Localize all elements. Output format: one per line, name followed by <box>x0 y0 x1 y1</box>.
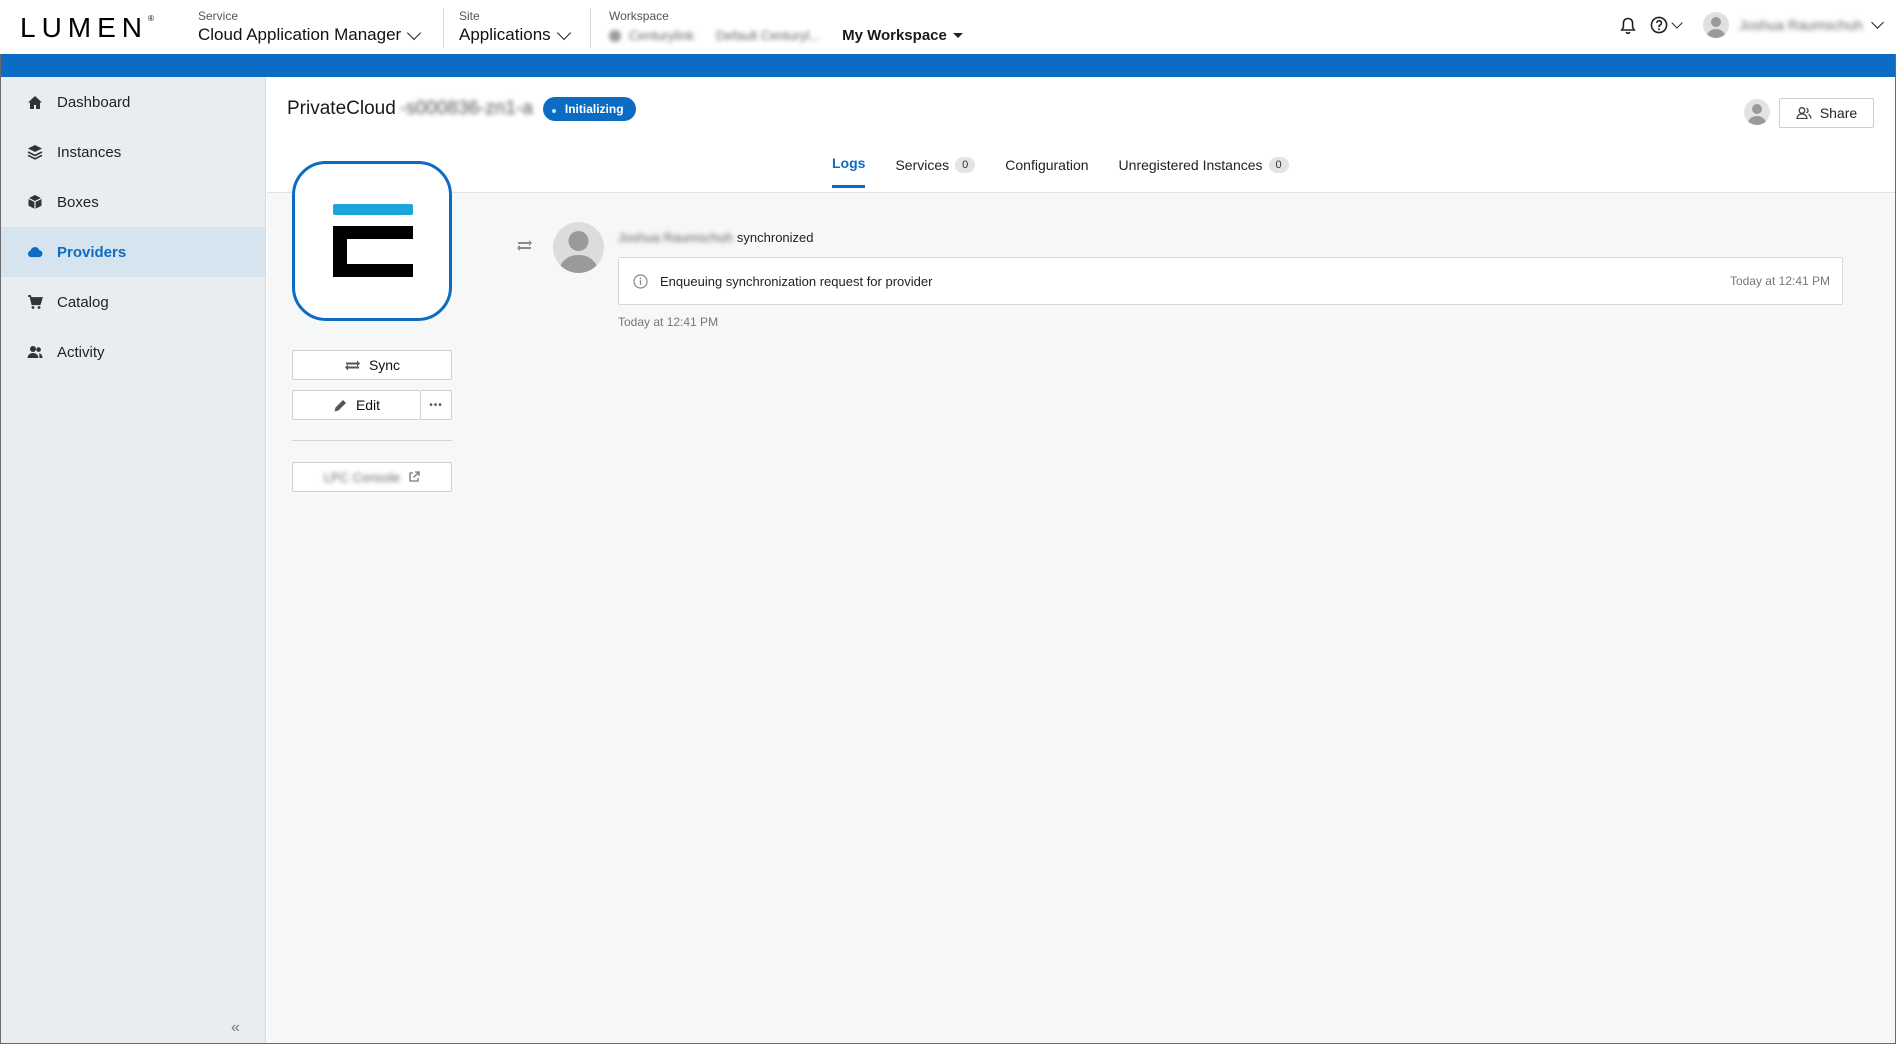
org-avatar-icon <box>609 29 621 42</box>
header-divider <box>443 8 444 48</box>
lumen-logo[interactable]: LUMEN® <box>20 12 154 44</box>
sync-icon <box>344 360 360 370</box>
sidebar-item-providers[interactable]: Providers <box>1 227 265 277</box>
chevron-down-icon <box>407 25 422 40</box>
workspace-label: Workspace <box>609 9 669 23</box>
sidebar-item-dashboard[interactable]: Dashboard <box>1 77 265 127</box>
log-footer-timestamp: Today at 12:41 PM <box>618 315 719 329</box>
lumen-e-logo-icon <box>333 204 413 277</box>
box-icon <box>27 194 43 210</box>
brand-band <box>1 54 1895 77</box>
log-user-name: Joshua Raumschuh <box>618 230 733 245</box>
sidebar-item-label: Instances <box>57 143 122 161</box>
pencil-icon <box>334 399 346 411</box>
help-icon <box>1650 16 1668 34</box>
cart-icon <box>27 294 43 310</box>
service-value: Cloud Application Manager <box>198 25 402 44</box>
provider-name-suffix: -s000836-zn1-a <box>399 98 533 119</box>
sidebar-item-label: Catalog <box>57 293 109 311</box>
sync-event-icon <box>516 238 533 258</box>
users-icon <box>27 344 43 360</box>
service-selector[interactable]: Service Cloud Application Manager <box>198 9 422 47</box>
main-content <box>267 193 1895 1043</box>
status-badge: Initializing <box>542 97 636 121</box>
log-user-avatar <box>553 222 604 273</box>
my-workspace-dropdown[interactable]: My Workspace <box>842 27 963 44</box>
service-label: Service <box>198 9 239 23</box>
info-icon <box>633 273 648 289</box>
sidebar-item-catalog[interactable]: Catalog <box>1 277 265 327</box>
sidebar-item-label: Boxes <box>57 193 99 211</box>
workspace-selector[interactable]: Workspace Centurylink Default Centuryl..… <box>609 9 963 44</box>
site-label: Site <box>459 9 480 23</box>
sidebar-item-instances[interactable]: Instances <box>1 127 265 177</box>
header-divider <box>590 8 591 48</box>
sidebar-item-label: Activity <box>57 343 105 361</box>
share-button[interactable]: Share <box>1779 98 1874 128</box>
sync-button[interactable]: Sync <box>292 350 452 380</box>
owner-avatar[interactable] <box>1744 99 1770 125</box>
count-badge: 0 <box>1268 156 1289 173</box>
external-link-icon <box>409 471 420 482</box>
log-message: Enqueuing synchronization request for pr… <box>660 273 933 289</box>
top-bar: LUMEN® Service Cloud Application Manager… <box>0 0 1896 54</box>
divider <box>292 440 452 441</box>
chevron-down-icon <box>1671 16 1683 29</box>
site-selector[interactable]: Site Applications <box>459 9 571 47</box>
chevron-down-icon <box>556 25 571 40</box>
tab-configuration[interactable]: Configuration <box>1005 155 1088 188</box>
layers-icon <box>27 144 43 160</box>
tab-logs[interactable]: Logs <box>832 155 866 188</box>
edit-label: Edit <box>355 397 381 413</box>
sidebar-item-activity[interactable]: Activity <box>1 327 265 377</box>
workspace-org: Centurylink Default Centuryl... <box>609 28 820 43</box>
sidebar: Dashboard Instances Boxes Providers Cata… <box>1 77 266 1043</box>
log-entry-card: Enqueuing synchronization request for pr… <box>618 257 1843 305</box>
sync-label: Sync <box>368 357 401 373</box>
users-icon <box>1796 107 1812 119</box>
user-menu[interactable]: Joshua Raumschuh <box>1703 12 1884 38</box>
user-name: Joshua Raumschuh <box>1739 17 1863 33</box>
more-options-button[interactable]: ••• <box>420 390 452 420</box>
tab-bar: Logs Services 0 Configuration Unregistere… <box>832 155 1289 188</box>
count-badge: 0 <box>955 156 976 173</box>
provider-name: PrivateCloud <box>287 98 396 119</box>
console-label: LPC Console <box>323 469 401 485</box>
sidebar-item-boxes[interactable]: Boxes <box>1 177 265 227</box>
share-label: Share <box>1819 105 1858 121</box>
edit-button[interactable]: Edit <box>292 390 420 420</box>
site-value: Applications <box>459 25 551 44</box>
home-icon <box>27 94 43 110</box>
bell-icon[interactable] <box>1620 17 1636 40</box>
help-menu[interactable] <box>1650 16 1683 34</box>
tab-unregistered-instances[interactable]: Unregistered Instances 0 <box>1119 155 1289 188</box>
log-timestamp: Today at 12:41 PM <box>1729 274 1830 288</box>
console-link-button[interactable]: LPC Console <box>292 462 452 492</box>
sidebar-item-label: Providers <box>57 243 127 261</box>
user-avatar <box>1703 12 1729 38</box>
provider-logo <box>292 161 452 321</box>
collapse-sidebar-button[interactable]: « <box>231 1019 240 1037</box>
sidebar-item-label: Dashboard <box>57 93 131 111</box>
log-entry-header: Joshua Raumschuh synchronized <box>618 230 814 245</box>
chevron-down-icon <box>1870 16 1884 29</box>
cloud-icon <box>27 244 43 260</box>
log-action: synchronized <box>736 230 814 245</box>
page-title: PrivateCloud -s000836-zn1-a Initializing <box>287 97 636 121</box>
caret-down-icon <box>952 33 963 38</box>
tab-services[interactable]: Services 0 <box>895 155 976 188</box>
